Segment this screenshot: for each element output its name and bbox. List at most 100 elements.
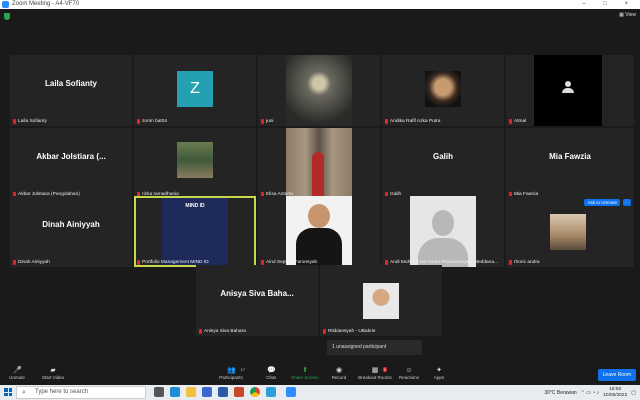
- edge-browser-icon[interactable]: [170, 387, 180, 397]
- zoom-taskbar-icon[interactable]: [286, 387, 296, 397]
- muted-mic-icon: [137, 119, 140, 124]
- mind-id-logo: MIND ID: [185, 203, 205, 209]
- participant-photo: [286, 128, 352, 199]
- participant-tile[interactable]: Andika Rafif Azka Putra: [382, 55, 504, 126]
- notification-icon[interactable]: ▢: [631, 390, 636, 396]
- view-button[interactable]: ▦ View: [619, 12, 636, 18]
- chrome-icon[interactable]: [250, 387, 260, 397]
- participant-tile[interactable]: Airul Septian Faronsyah: [258, 196, 380, 267]
- participant-photo: [534, 55, 602, 126]
- default-user-icon: [562, 81, 574, 93]
- system-tray: 30°C Berawan ⌃ ▭ ◔ ♪ 18:50 10/05/2022 ▢: [544, 385, 636, 400]
- participant-photo: [286, 196, 352, 267]
- breakout-rooms-button[interactable]: ▦ Breakout Rooms 1: [356, 367, 394, 380]
- participant-tile[interactable]: Akbar Jolstiara (... Akbar Jolstiara (Pe…: [10, 128, 132, 199]
- start-video-button[interactable]: ▰ Start Video: [36, 367, 70, 380]
- window-titlebar: Zoom Meeting - A4-VF70 – □ ×: [0, 0, 640, 9]
- muted-mic-icon: [13, 119, 16, 124]
- participant-tile[interactable]: Dinah Ainiyyah Dinah Ainiyyah: [10, 196, 132, 267]
- store-icon[interactable]: [202, 387, 212, 397]
- muted-mic-icon: [385, 119, 388, 124]
- app-icon[interactable]: [234, 387, 244, 397]
- meeting-toolbar: 🎤 Unmute ▰ Start Video 👥 Participants 17 💬 C…: [0, 366, 640, 385]
- participants-icon: 👥: [227, 367, 236, 374]
- weather-status[interactable]: 30°C Berawan: [544, 390, 576, 396]
- chat-icon: 💬: [267, 367, 276, 374]
- more-options-button[interactable]: ···: [622, 199, 631, 206]
- participant-tile[interactable]: Anisya Siva Baha... Anisya Siva Bahara: [196, 265, 318, 336]
- reactions-icon: ☺: [405, 367, 413, 374]
- participant-tile[interactable]: Andi Muhammad Andra Prawiranegara Meddan…: [382, 196, 504, 267]
- participant-tile[interactable]: juni: [258, 55, 380, 126]
- participant-caption: rhoric andra: [509, 260, 540, 265]
- file-explorer-icon[interactable]: [186, 387, 196, 397]
- participant-name-large: Akbar Jolstiara (...: [36, 152, 106, 161]
- muted-mic-icon: [261, 119, 264, 124]
- participant-caption: Risbiansyah - UBakrie: [323, 329, 375, 334]
- participant-caption: Anisya Siva Bahara: [199, 329, 246, 334]
- active-speaker-tile[interactable]: MIND ID Portfolio Management MIND ID: [134, 196, 256, 267]
- record-icon: ◉: [335, 367, 343, 374]
- participant-name-large: Dinah Ainiyyah: [42, 220, 100, 229]
- video-off-icon: ▰: [50, 367, 56, 374]
- apps-icon: ✦: [436, 367, 442, 374]
- unmute-button[interactable]: 🎤 Unmute: [0, 367, 34, 380]
- participants-count: 17: [240, 367, 245, 372]
- participant-tile[interactable]: Laila Sofianty Laila Sofianty: [10, 55, 132, 126]
- unassigned-participant-popup[interactable]: 1 unassigned participant: [327, 340, 422, 355]
- search-icon: ⌕: [22, 389, 26, 396]
- participant-tile[interactable]: Elisa Antarta: [258, 128, 380, 199]
- participant-photo: [286, 55, 352, 126]
- muted-mic-icon: [509, 260, 512, 265]
- leave-room-button[interactable]: Leave Room: [597, 369, 636, 381]
- participant-tile[interactable]: Ask to Unmute ··· rhoric andra: [506, 196, 634, 267]
- participant-caption: Laila Sofianty: [13, 119, 47, 124]
- participant-caption: Andika Rafif Azka Putra: [385, 119, 440, 124]
- participant-caption: Atmal: [509, 119, 526, 124]
- participant-photo: [410, 196, 476, 267]
- participant-tile[interactable]: Risbiansyah - UBakrie: [320, 265, 442, 336]
- share-screen-icon: ⬆: [302, 367, 308, 374]
- muted-mic-icon: [509, 119, 512, 124]
- app-icon[interactable]: [266, 387, 276, 397]
- ask-to-unmute-button[interactable]: Ask to Unmute: [584, 199, 620, 206]
- breakout-badge: 1: [382, 367, 387, 372]
- muted-mic-icon: [13, 260, 16, 265]
- participant-photo: [550, 214, 586, 250]
- participant-tile[interactable]: rizka ramadhania: [134, 128, 256, 199]
- window-title: Zoom Meeting - A4-VF70: [12, 1, 80, 7]
- participant-caption: Dinah Ainiyyah: [13, 260, 50, 265]
- participant-caption: zoom bat04: [137, 119, 167, 124]
- tray-icons[interactable]: ⌃ ▭ ◔ ♪: [581, 390, 600, 396]
- mail-icon[interactable]: [218, 387, 228, 397]
- participant-name-large: Mia Fawzia: [549, 152, 591, 161]
- muted-mic-icon: [323, 329, 326, 334]
- participant-name-large: Galih: [432, 152, 453, 161]
- participant-photo: [425, 71, 461, 107]
- security-shield-icon[interactable]: [4, 13, 10, 20]
- clock[interactable]: 18:50 10/05/2022: [603, 387, 627, 399]
- taskbar-search-input[interactable]: ⌕ Type here to search: [16, 386, 146, 399]
- avatar: Z: [177, 71, 213, 107]
- share-screen-button[interactable]: ⬆ Share Screen: [288, 367, 322, 380]
- participants-button[interactable]: 👥 Participants 17: [214, 367, 248, 380]
- chat-button[interactable]: 💬 Chat: [254, 367, 288, 380]
- zoom-logo-icon: [2, 1, 9, 8]
- participant-tile[interactable]: Z zoom bat04: [134, 55, 256, 126]
- task-view-icon[interactable]: [154, 387, 164, 397]
- participant-photo: [363, 283, 399, 319]
- participant-tile[interactable]: Galih Galih: [382, 128, 504, 199]
- muted-microphone-icon: 🎤: [13, 367, 22, 374]
- record-button[interactable]: ◉ Record: [322, 367, 356, 380]
- windows-start-icon[interactable]: [4, 388, 12, 396]
- windows-taskbar: ⌕ Type here to search 30°C Berawan ⌃ ▭ ◔ …: [0, 385, 640, 400]
- participant-tile[interactable]: Atmal: [506, 55, 634, 126]
- participant-name-large: Laila Sofianty: [44, 79, 97, 88]
- window-controls[interactable]: – □ ×: [582, 0, 636, 9]
- muted-mic-icon: [199, 329, 202, 334]
- participant-tile[interactable]: Mia Fawzia Mia Fawzia: [506, 128, 634, 199]
- apps-button[interactable]: ✦ Apps: [422, 367, 456, 380]
- participant-caption: juni: [261, 119, 273, 124]
- reactions-button[interactable]: ☺ Reactions: [392, 367, 426, 380]
- breakout-rooms-icon: ▦: [371, 367, 379, 374]
